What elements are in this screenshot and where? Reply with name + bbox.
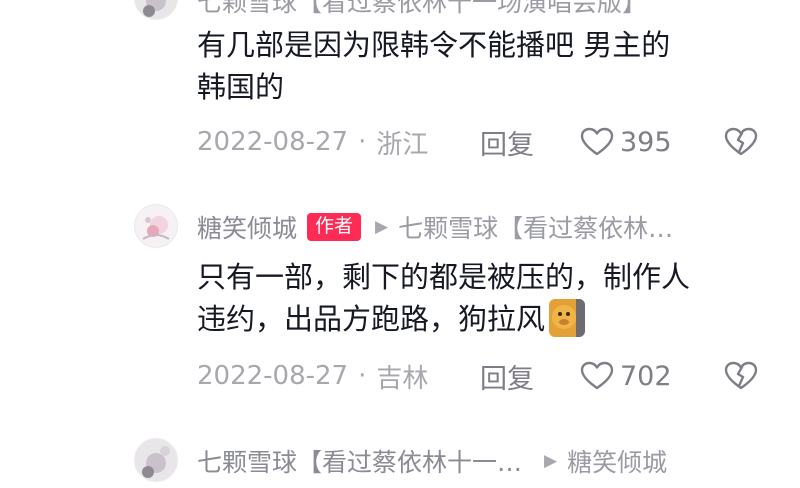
like-count: 395: [620, 126, 672, 158]
comment-header-partial: 七颗雪球【看过蔡依林十一场演唱会版】: [197, 0, 647, 18]
user-name[interactable]: 七颗雪球【看过蔡依林十一…: [197, 443, 522, 479]
comment-line-with-emoji: 违约，出品方跑路，狗拉风: [197, 298, 777, 340]
comment-line: 有几部是因为限韩令不能播吧 男主的: [197, 28, 671, 62]
separator: ·: [358, 361, 367, 391]
like-button[interactable]: 702: [580, 356, 672, 396]
like-count: 702: [620, 360, 672, 392]
comment-location: 吉林: [376, 363, 429, 394]
comment-footer: 2022-08-27 · 吉林: [197, 356, 428, 396]
comment-text[interactable]: 只有一部，剩下的都是被压的，制作人 违约，出品方跑路，狗拉风: [197, 256, 777, 340]
user-name[interactable]: 糖笑倾城: [197, 209, 297, 245]
like-button[interactable]: 395: [580, 122, 672, 162]
comment-location: 浙江: [376, 129, 429, 160]
author-badge: 作者: [307, 213, 362, 241]
reply-to-user[interactable]: 七颗雪球【看过蔡依林…: [398, 209, 673, 245]
dislike-button[interactable]: [724, 127, 758, 161]
broken-heart-icon: [724, 127, 758, 156]
comment-line: 韩国的: [197, 70, 285, 104]
reply-arrow-icon: ▶: [544, 451, 558, 471]
avatar-image: [135, 205, 177, 247]
avatar-image: [135, 0, 177, 19]
comment-line: 违约，出品方跑路，狗拉风: [197, 302, 546, 336]
avatar-image: [135, 439, 177, 481]
avatar[interactable]: [134, 204, 178, 248]
reply-button[interactable]: 回复: [480, 122, 534, 162]
avatar[interactable]: [134, 0, 178, 20]
broken-heart-icon: [724, 361, 758, 390]
reply-button[interactable]: 回复: [480, 356, 534, 396]
comment-header: 糖笑倾城 作者 ▶ 七颗雪球【看过蔡依林…: [197, 210, 673, 244]
avatar[interactable]: [134, 438, 178, 482]
separator: ·: [358, 127, 367, 157]
comment-header: 七颗雪球【看过蔡依林十一… ▶ 糖笑倾城: [197, 444, 667, 478]
comment-date: 2022-08-27: [197, 361, 349, 391]
heart-icon: [580, 361, 614, 390]
comment-text[interactable]: 有几部是因为限韩令不能播吧 男主的 韩国的: [197, 24, 777, 108]
comment-date: 2022-08-27: [197, 127, 349, 157]
heart-icon: [580, 127, 614, 156]
doge-emoji-icon: [549, 299, 586, 337]
comment-footer: 2022-08-27 · 浙江: [197, 122, 428, 162]
reply-to-user[interactable]: 糖笑倾城: [567, 443, 667, 479]
reply-arrow-icon: ▶: [375, 217, 389, 237]
comment-line: 只有一部，剩下的都是被压的，制作人: [197, 260, 691, 294]
partial-header-text: 七颗雪球【看过蔡依林十一场演唱会版】: [197, 0, 648, 17]
dislike-button[interactable]: [724, 361, 758, 395]
